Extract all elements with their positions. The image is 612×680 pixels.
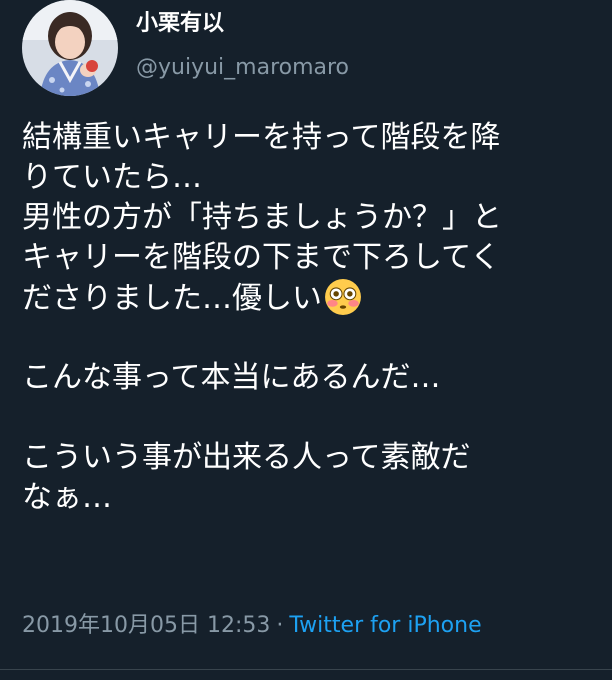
- tweet-card: 小栗有以 @yuiyui_maromaro 結構重いキャリーを持って階段を降 り…: [0, 0, 612, 680]
- flushed-face-icon: [325, 279, 361, 315]
- avatar-image: [22, 0, 118, 96]
- tweet-timestamp[interactable]: 2019年10月05日 12:53: [22, 613, 270, 638]
- tweet-line: こういう事が出来る人って素敵だ: [22, 440, 471, 475]
- avatar[interactable]: [22, 0, 118, 96]
- divider: [0, 669, 612, 670]
- tweet-line: 結構重いキャリーを持って階段を降: [22, 120, 501, 155]
- meta-separator: ·: [276, 613, 284, 638]
- tweet-line: ださりました…優しい: [22, 281, 322, 316]
- author-handle[interactable]: @yuiyui_maromaro: [136, 52, 349, 84]
- tweet-line: りていたら…: [22, 160, 202, 195]
- tweet-line: なぁ…: [22, 480, 112, 515]
- tweet-line: こんな事って本当にあるんだ…: [22, 360, 441, 395]
- tweet-line: 男性の方が「持ちましょうか？」と: [22, 200, 502, 235]
- tweet-meta: 2019年10月05日 12:53 · Twitter for iPhone: [22, 609, 482, 643]
- tweet-source-link[interactable]: Twitter for iPhone: [289, 613, 481, 638]
- tweet-text: 結構重いキャリーを持って階段を降 りていたら… 男性の方が「持ちましょうか？」と…: [22, 118, 602, 518]
- tweet-header: 小栗有以 @yuiyui_maromaro: [22, 0, 602, 100]
- tweet-line: キャリーを階段の下まで下ろしてく: [22, 240, 501, 275]
- tweet-line-with-emoji: ださりました…優しい: [22, 278, 602, 318]
- author-name[interactable]: 小栗有以: [136, 8, 224, 40]
